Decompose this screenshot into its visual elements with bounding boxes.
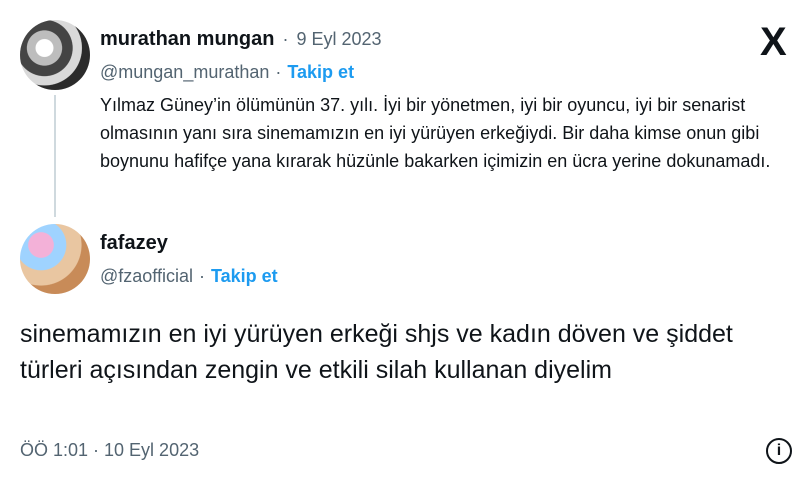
author-name[interactable]: murathan mungan bbox=[100, 28, 274, 51]
separator: · bbox=[282, 29, 289, 49]
author-handle[interactable]: @mungan_murathan bbox=[100, 62, 269, 83]
follow-button[interactable]: Takip et bbox=[287, 62, 354, 83]
x-logo-icon[interactable]: X bbox=[760, 22, 787, 62]
author-name[interactable]: fafazey bbox=[100, 232, 168, 254]
tweet-header: murathan mungan · 9 Eyl 2023 bbox=[100, 28, 382, 51]
info-icon[interactable]: i bbox=[766, 438, 792, 464]
handle-row: @mungan_murathan · Takip et bbox=[100, 62, 354, 83]
avatar[interactable] bbox=[20, 224, 90, 294]
reply-timestamp[interactable]: ÖÖ 1:01 · 10 Eyl 2023 bbox=[20, 440, 199, 461]
reply-text: sinemamızın en iyi yürüyen erkeği shjs v… bbox=[20, 320, 733, 384]
avatar[interactable] bbox=[20, 20, 90, 90]
reply-header: fafazey bbox=[100, 232, 168, 255]
thread-connector-line bbox=[54, 95, 56, 217]
tweet-date[interactable]: 9 Eyl 2023 bbox=[296, 29, 381, 50]
follow-button[interactable]: Takip et bbox=[211, 266, 278, 287]
separator: · bbox=[198, 266, 205, 286]
author-handle[interactable]: @fzaofficial bbox=[100, 266, 193, 287]
tweet-text: Yılmaz Güney’in ölümünün 37. yılı. İyi b… bbox=[100, 95, 771, 171]
separator: · bbox=[275, 62, 282, 82]
reply-handle-row: @fzaofficial · Takip et bbox=[100, 266, 278, 287]
